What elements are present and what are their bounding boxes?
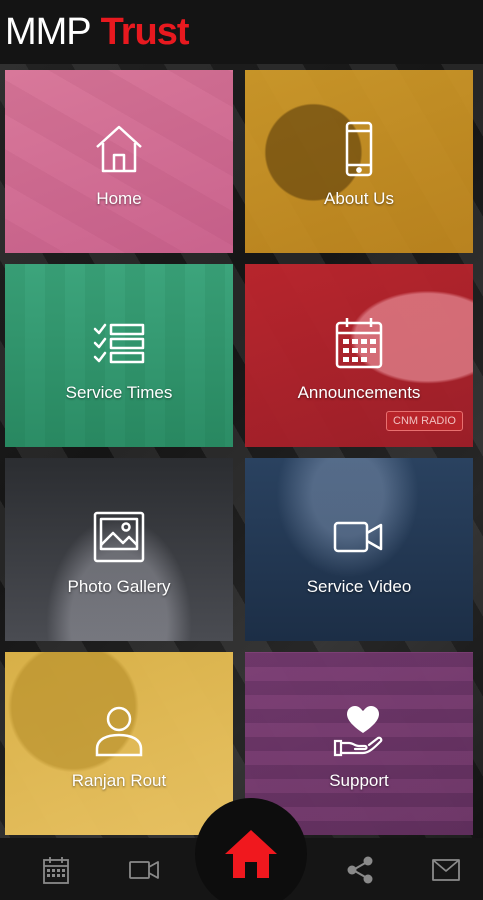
nav-share-button[interactable] [340, 850, 380, 890]
calendar-icon [335, 317, 383, 368]
home-icon [225, 830, 277, 878]
share-icon [347, 856, 373, 884]
tile-ranjan-rout-label: Ranjan Rout [71, 770, 167, 790]
tile-support-label: Support [329, 770, 389, 790]
tile-photo-gallery[interactable]: Photo Gallery [5, 458, 233, 641]
tile-about-us[interactable]: About Us [245, 70, 473, 253]
tile-announcements[interactable]: Announcements CNM RADIO [245, 264, 473, 447]
tile-service-times[interactable]: Service Times [5, 264, 233, 447]
video-camera-icon [333, 521, 383, 552]
tile-service-video-label: Service Video [306, 576, 412, 596]
user-icon [95, 706, 143, 756]
smartphone-icon [345, 121, 373, 176]
tile-home[interactable]: Home [5, 70, 233, 253]
house-icon [96, 125, 142, 172]
app-title-main: MMP [5, 10, 92, 53]
tile-about-us-label: About Us [324, 188, 394, 208]
tile-service-times-label: Service Times [65, 382, 173, 402]
tile-ranjan-rout[interactable]: Ranjan Rout [5, 652, 233, 835]
home-fab-button[interactable] [195, 798, 307, 900]
tile-announcements-label: Announcements [297, 382, 421, 402]
nav-mail-button[interactable] [426, 850, 466, 890]
heart-hand-icon [333, 705, 383, 756]
mail-icon [432, 859, 460, 881]
tile-home-label: Home [96, 188, 142, 208]
nav-calendar-button[interactable] [36, 850, 76, 890]
app-header: MMP Trust [0, 0, 483, 64]
app-title-accent: Trust [100, 10, 190, 53]
calendar-icon [43, 857, 69, 884]
checklist-icon [93, 323, 145, 363]
video-camera-icon [129, 861, 159, 879]
image-icon [93, 511, 145, 562]
tile-photo-gallery-label: Photo Gallery [67, 576, 171, 596]
radio-badge: CNM RADIO [386, 411, 463, 431]
nav-video-button[interactable] [124, 850, 164, 890]
tile-service-video[interactable]: Service Video [245, 458, 473, 641]
